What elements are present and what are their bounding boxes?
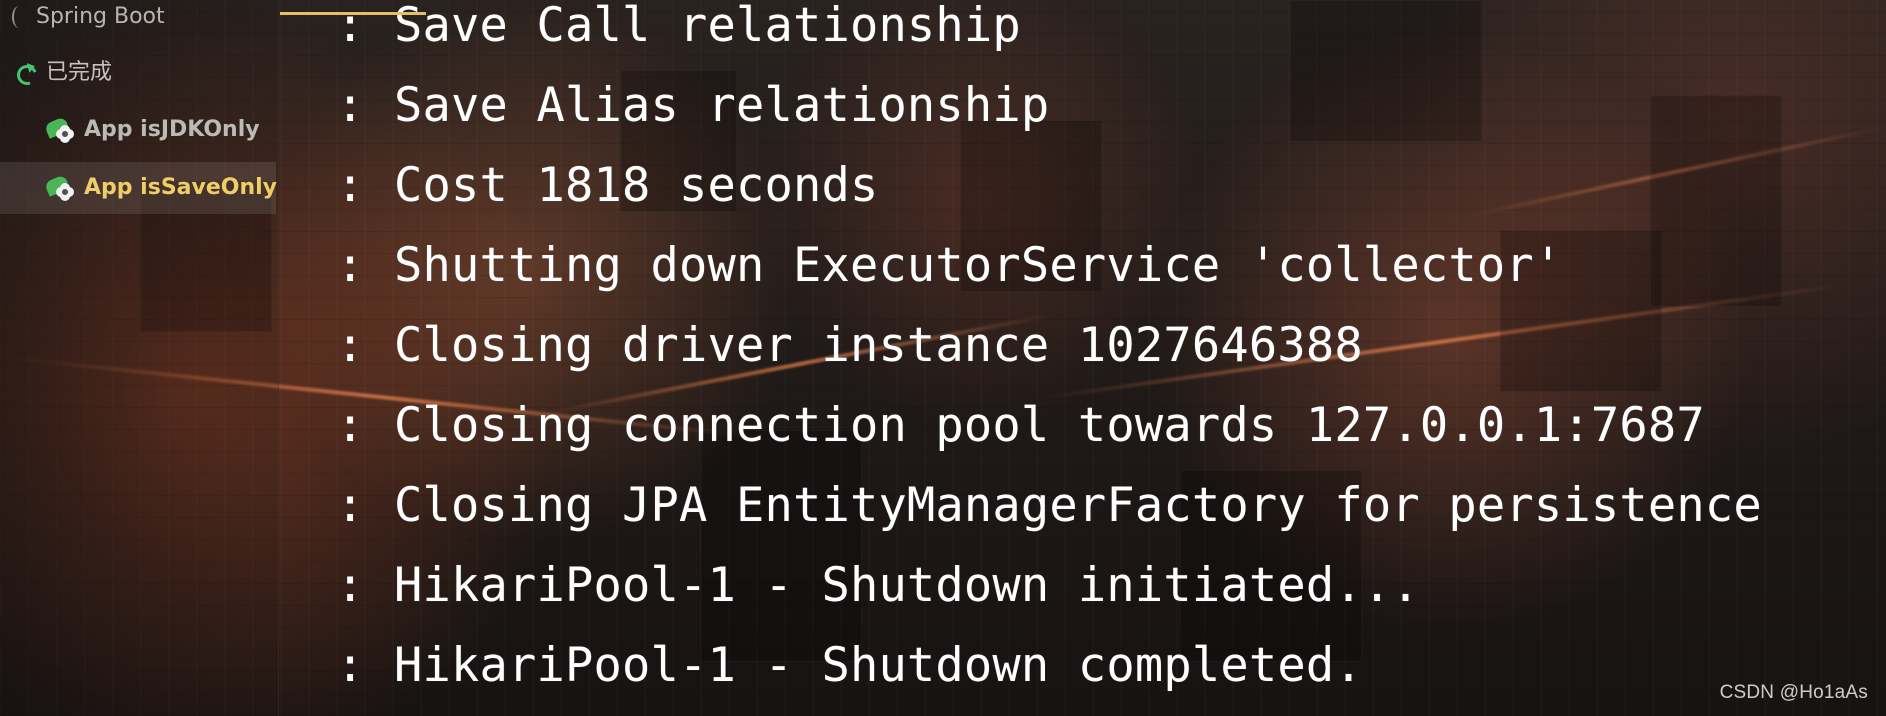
gear-icon — [58, 185, 72, 199]
line-prefix: : — [336, 638, 365, 693]
refresh-icon — [14, 62, 36, 84]
line-prefix: : — [336, 0, 365, 53]
sidebar-item-label: App isJDKOnly — [84, 117, 260, 142]
console-line: : Closing driver instance 1027646388 — [336, 306, 1886, 386]
line-prefix: : — [336, 398, 365, 453]
console-message: Save Call relationship — [394, 0, 1021, 53]
spring-app-icon — [43, 174, 74, 200]
console-message: Closing driver instance 1027646388 — [394, 318, 1363, 373]
sidebar-item-label: App isSaveOnly — [84, 175, 278, 200]
sidebar-item-app-issaveonly[interactable]: App isSaveOnly — [0, 162, 278, 214]
sidebar-item-app-isjdkonly[interactable]: App isJDKOnly — [43, 116, 260, 142]
sidebar-item-completed[interactable]: 已完成 — [14, 62, 112, 84]
console-line: : Closing connection pool towards 127.0.0… — [336, 386, 1886, 466]
console-line: : Cost 1818 seconds — [336, 146, 1886, 226]
console-output: : Save Call relationship : Save Alias rela… — [336, 0, 1886, 706]
console-message: HikariPool-1 - Shutdown completed. — [394, 638, 1363, 693]
console-line: : HikariPool-1 - Shutdown initiated... — [336, 546, 1886, 626]
spring-boot-icon — [12, 6, 26, 28]
console-message: Closing connection pool towards 127.0.0.… — [394, 398, 1705, 453]
line-prefix: : — [336, 478, 365, 533]
line-prefix: : — [336, 238, 365, 293]
line-prefix: : — [336, 558, 365, 613]
console-message: Cost 1818 seconds — [394, 158, 879, 213]
console-line: : Shutting down ExecutorService 'collecto… — [336, 226, 1886, 306]
line-prefix: : — [336, 158, 365, 213]
console-message: Save Alias relationship — [394, 78, 1050, 133]
active-tab-indicator — [280, 12, 426, 15]
run-configurations-sidebar: Spring Boot 已完成 App isJDKOnly App isSave… — [0, 0, 279, 716]
console-message: Closing JPA EntityManagerFactory for per… — [394, 478, 1762, 533]
sidebar-item-label: 已完成 — [46, 60, 113, 85]
line-prefix: : — [336, 78, 365, 133]
console-line: : HikariPool-1 - Shutdown completed. — [336, 626, 1886, 706]
sidebar-item-spring-boot[interactable]: Spring Boot — [12, 6, 165, 28]
console-line: : Save Call relationship — [336, 0, 1886, 66]
console-message: Shutting down ExecutorService 'collector… — [394, 238, 1563, 293]
line-prefix: : — [336, 318, 365, 373]
watermark-text: CSDN @Ho1aAs — [1719, 682, 1868, 703]
console-message: HikariPool-1 - Shutdown initiated... — [394, 558, 1420, 613]
console-line: : Closing JPA EntityManagerFactory for pe… — [336, 466, 1886, 546]
sidebar-item-label: Spring Boot — [36, 4, 165, 29]
gear-icon — [58, 127, 72, 141]
console-line: : Save Alias relationship — [336, 66, 1886, 146]
spring-app-icon — [43, 116, 74, 142]
